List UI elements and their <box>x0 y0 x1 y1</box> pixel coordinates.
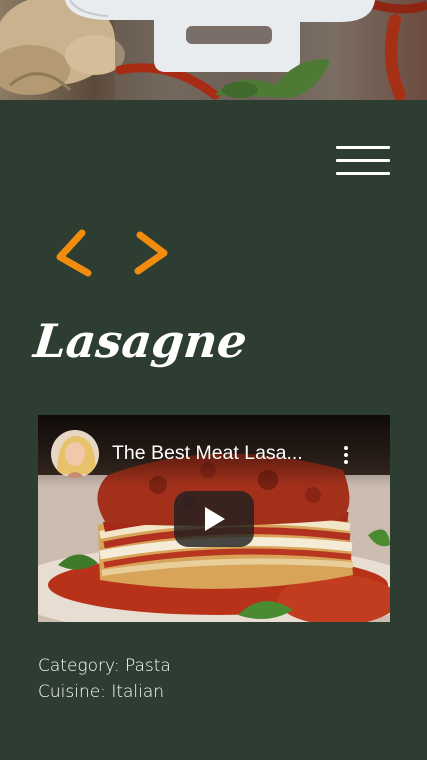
play-button[interactable] <box>174 491 254 547</box>
hero-image <box>0 0 427 100</box>
previous-recipe-button[interactable] <box>52 225 96 285</box>
video-player[interactable]: The Best Meat Lasa... <box>38 415 390 622</box>
more-vertical-icon[interactable] <box>340 443 352 467</box>
recipe-title: Lasagne <box>31 314 250 368</box>
next-recipe-button[interactable] <box>128 225 172 285</box>
chevron-left-icon <box>56 229 92 277</box>
chevron-right-icon <box>134 231 168 275</box>
menu-line <box>336 159 390 162</box>
channel-avatar[interactable] <box>51 430 99 478</box>
menu-line <box>336 146 390 149</box>
dot <box>344 453 348 457</box>
recipe-meta: Category: Pasta Cuisine: Italian <box>38 653 171 705</box>
category-line: Category: Pasta <box>38 653 171 679</box>
menu-line <box>336 172 390 175</box>
category-label: Category: <box>38 656 120 676</box>
play-icon <box>205 507 225 531</box>
avatar-image <box>51 430 99 478</box>
cuisine-line: Cuisine: Italian <box>38 679 171 705</box>
cuisine-label: Cuisine: <box>38 682 106 702</box>
cuisine-value: Italian <box>111 682 165 702</box>
hamburger-menu-icon[interactable] <box>336 146 390 176</box>
dot <box>344 446 348 450</box>
dot <box>344 460 348 464</box>
category-value: Pasta <box>124 656 171 676</box>
video-title[interactable]: The Best Meat Lasa... <box>112 440 327 466</box>
